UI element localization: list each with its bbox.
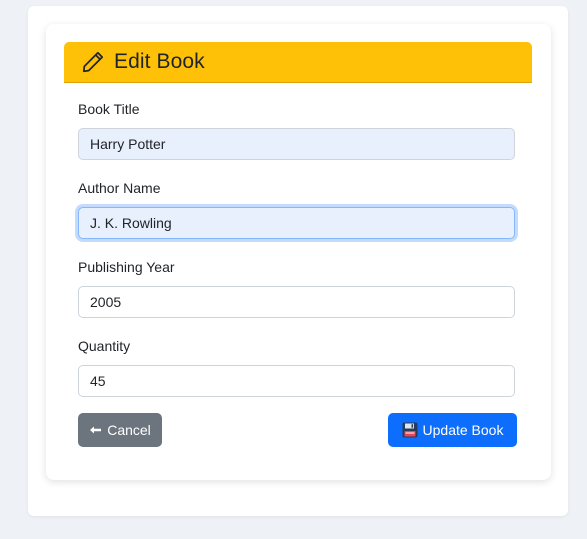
- floppy-disk-icon: [402, 422, 418, 438]
- author-name-input[interactable]: [78, 207, 515, 239]
- author-name-label: Author Name: [78, 180, 161, 196]
- cancel-button-label: Cancel: [107, 422, 151, 438]
- card-header: Edit Book: [64, 42, 532, 83]
- quantity-label: Quantity: [78, 338, 131, 354]
- pencil-icon: [80, 49, 106, 75]
- book-title-label: Book Title: [78, 101, 140, 117]
- book-title-input[interactable]: [78, 128, 515, 160]
- update-book-button[interactable]: Update Book: [388, 413, 517, 447]
- cancel-button[interactable]: Cancel: [78, 413, 162, 447]
- page-title: Edit Book: [114, 50, 205, 73]
- edit-book-card: Edit Book Book Title Author Name Publish…: [46, 24, 551, 480]
- arrow-left-icon: [89, 425, 102, 435]
- publishing-year-input[interactable]: [78, 286, 515, 318]
- publishing-year-label: Publishing Year: [78, 259, 175, 275]
- page-container: Edit Book Book Title Author Name Publish…: [28, 6, 568, 516]
- quantity-input[interactable]: [78, 365, 515, 397]
- update-book-button-label: Update Book: [422, 422, 504, 438]
